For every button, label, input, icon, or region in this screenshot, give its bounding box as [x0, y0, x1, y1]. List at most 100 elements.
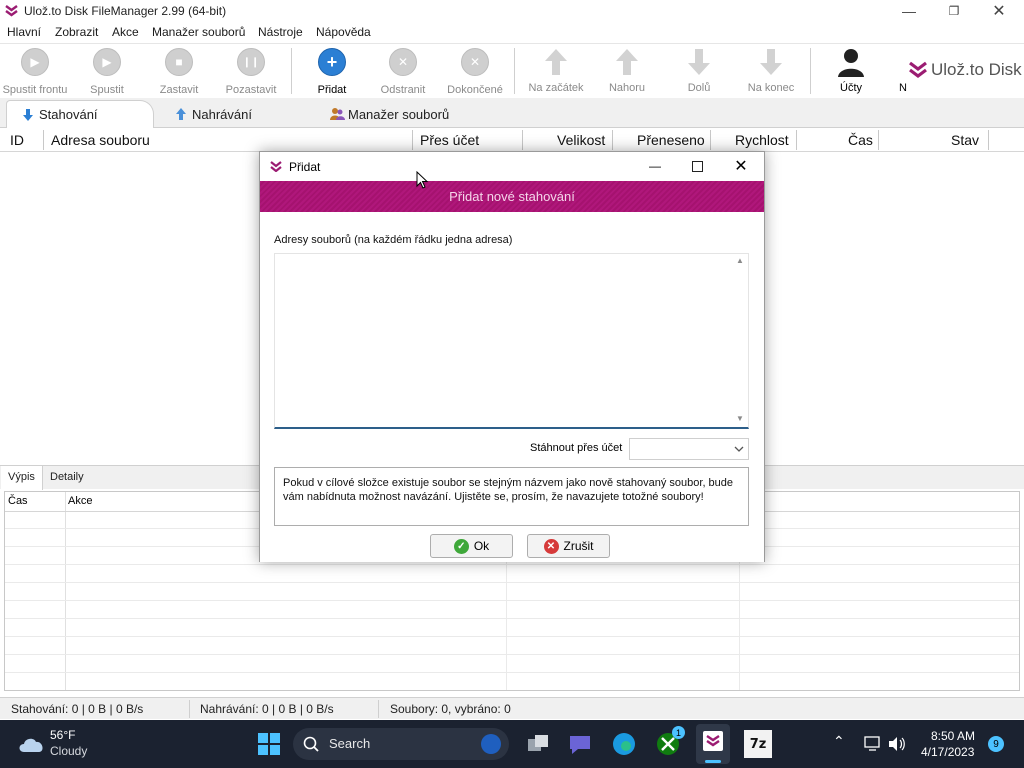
add-download-dialog: Přidat — ✕ Přidat nové stahování Adresy …: [259, 151, 765, 562]
scroll-down-icon[interactable]: ▼: [736, 414, 744, 423]
maximize-icon: [691, 160, 703, 172]
taskbar: 56°F Cloudy Search 1 7z ⌃ 8:50 AM 4/17/2…: [0, 720, 1024, 768]
tab-uploads[interactable]: Nahrávání: [174, 100, 252, 128]
remove-button[interactable]: ✕ Odstranit: [368, 44, 438, 98]
tab-downloads-label: Stahování: [39, 107, 98, 122]
dialog-banner-text: Přidat nové stahování: [449, 189, 575, 204]
column-divider[interactable]: [412, 130, 413, 150]
menu-item-manazer[interactable]: Manažer souborů: [152, 25, 245, 39]
bing-chat-icon[interactable]: [481, 734, 501, 754]
tab-strip: Stahování Nahrávání Manažer souborů: [0, 98, 1024, 128]
uloz-to-taskbar-button[interactable]: [696, 724, 730, 764]
status-divider: [378, 700, 379, 718]
log-row-line: [5, 582, 1019, 583]
column-divider[interactable]: [878, 130, 879, 150]
xbox-button[interactable]: 1: [654, 726, 685, 758]
move-up-button[interactable]: Nahoru: [592, 44, 662, 98]
plus-icon: +: [318, 48, 346, 76]
accounts-button[interactable]: Účty: [816, 44, 886, 98]
move-up-label: Nahoru: [608, 82, 646, 94]
start-button[interactable]: ▶ Spustit: [72, 44, 142, 98]
ok-button[interactable]: ✓ Ok: [430, 534, 513, 558]
log-column-action[interactable]: Akce: [68, 495, 92, 507]
column-divider[interactable]: [988, 130, 989, 150]
tab-log[interactable]: Výpis: [1, 466, 43, 490]
cancel-button-label: Zrušit: [563, 539, 594, 553]
addresses-textarea[interactable]: [274, 253, 749, 429]
menu-item-nastroje[interactable]: Nástroje: [258, 25, 303, 39]
start-button[interactable]: [253, 728, 285, 760]
edge-button[interactable]: [610, 730, 638, 758]
column-header-speed[interactable]: Rychlost: [735, 132, 789, 148]
column-divider[interactable]: [796, 130, 797, 150]
column-divider[interactable]: [522, 130, 523, 150]
tab-file-manager[interactable]: Manažer souborů: [330, 100, 449, 128]
mouse-pointer-icon: [416, 171, 428, 189]
menu-item-napoveda[interactable]: Nápověda: [316, 25, 371, 39]
column-divider[interactable]: [710, 130, 711, 150]
notification-count-badge[interactable]: 9: [988, 736, 1004, 752]
accounts-label: Účty: [840, 82, 862, 94]
cancel-x-icon: ✕: [543, 538, 559, 554]
log-column-time[interactable]: Čas: [8, 495, 28, 507]
dialog-close-button[interactable]: ✕: [721, 152, 761, 180]
weather-widget[interactable]: 56°F Cloudy: [10, 726, 105, 762]
restore-button[interactable]: ❐: [931, 0, 977, 22]
dialog-content: Adresy souborů (na každém řádku jedna ad…: [260, 212, 764, 562]
start-queue-label: Spustit frontu: [2, 84, 68, 96]
dialog-logo-icon: [270, 161, 282, 172]
tab-downloads[interactable]: Stahování: [6, 100, 154, 128]
clock-time[interactable]: 8:50 AM: [931, 729, 975, 743]
menu-item-hlavni[interactable]: Hlavní: [7, 25, 41, 39]
teams-chat-button[interactable]: [566, 730, 594, 758]
tab-details[interactable]: Detaily: [50, 471, 84, 483]
tab-uploads-label: Nahrávání: [192, 106, 252, 122]
column-header-transferred[interactable]: Přeneseno: [637, 132, 705, 148]
brand-logo-icon: [909, 61, 927, 78]
move-down-button[interactable]: Dolů: [664, 44, 734, 98]
network-icon[interactable]: [864, 736, 882, 752]
column-header-address[interactable]: Adresa souboru: [51, 132, 150, 148]
column-divider[interactable]: [612, 130, 613, 150]
app-title: Ulož.to Disk FileManager 2.99 (64-bit): [24, 4, 227, 18]
dialog-minimize-button[interactable]: —: [635, 152, 675, 180]
toolbar-overflow-label: N: [899, 82, 907, 94]
arrow-down-icon: [760, 49, 782, 75]
cancel-button[interactable]: ✕ Zrušit: [527, 534, 610, 558]
app-titlebar: Ulož.to Disk FileManager 2.99 (64-bit) —…: [0, 0, 1024, 22]
taskbar-search-box[interactable]: Search: [293, 728, 509, 760]
log-row-line: [5, 618, 1019, 619]
textarea-scrollbar[interactable]: ▲ ▼: [733, 256, 747, 426]
remove-label: Odstranit: [380, 84, 426, 96]
column-header-account[interactable]: Přes účet: [420, 132, 479, 148]
start-queue-button[interactable]: ▶ Spustit frontu: [0, 44, 70, 98]
7zip-button[interactable]: 7z: [744, 730, 772, 758]
account-select[interactable]: [629, 438, 749, 460]
pause-button[interactable]: ❙❙ Pozastavit: [216, 44, 286, 98]
column-header-size[interactable]: Velikost: [557, 132, 605, 148]
add-button[interactable]: + Přidat: [297, 44, 367, 98]
scroll-up-icon[interactable]: ▲: [736, 256, 744, 265]
chevron-up-icon[interactable]: ⌃: [833, 733, 845, 750]
close-icon: ✕: [734, 158, 748, 175]
task-view-button[interactable]: [524, 730, 552, 758]
speaker-icon[interactable]: [887, 736, 907, 752]
tab-log-label: Výpis: [8, 471, 35, 483]
menu-item-zobrazit[interactable]: Zobrazit: [55, 25, 98, 39]
log-row-line: [5, 672, 1019, 673]
move-to-end-button[interactable]: Na konec: [736, 44, 806, 98]
close-button[interactable]: ✕: [976, 0, 1022, 22]
column-header-status[interactable]: Stav: [951, 132, 979, 148]
menu-item-akce[interactable]: Akce: [112, 25, 139, 39]
move-to-start-button[interactable]: Na začátek: [520, 44, 592, 98]
column-divider[interactable]: [43, 130, 44, 150]
completed-button[interactable]: ✕ Dokončené: [440, 44, 510, 98]
stop-button[interactable]: ■ Zastavit: [144, 44, 214, 98]
clock-date[interactable]: 4/17/2023: [921, 745, 974, 759]
column-header-time[interactable]: Čas: [848, 132, 873, 148]
dialog-maximize-button[interactable]: [677, 152, 717, 180]
app-logo-icon: [5, 5, 18, 17]
column-header-id[interactable]: ID: [10, 132, 24, 148]
minimize-button[interactable]: —: [886, 0, 932, 22]
play-icon: ▶: [93, 48, 121, 76]
